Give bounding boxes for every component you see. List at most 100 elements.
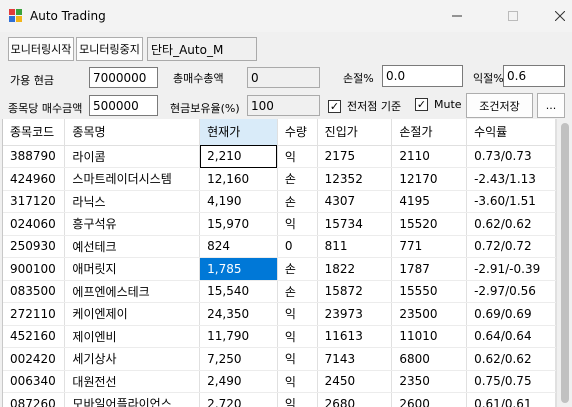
table-row[interactable]: 272110 케이엔제이 24,350 익 23973 23500 0.69/0.69 bbox=[3, 302, 556, 326]
cell-entry[interactable]: 2175 bbox=[317, 145, 393, 168]
cell-price[interactable]: 7,250 bbox=[199, 347, 278, 371]
cell-stoploss[interactable]: 15550 bbox=[391, 280, 468, 303]
prev-low-checkbox[interactable]: ✓ 전저점 기준 bbox=[328, 98, 401, 114]
cell-return[interactable]: 0.61/0.61 bbox=[466, 392, 556, 407]
cell-entry[interactable]: 15872 bbox=[317, 280, 393, 303]
cell-return[interactable]: -3.60/1.51 bbox=[466, 190, 556, 213]
column-header-stoploss[interactable]: 손절가 bbox=[391, 119, 468, 146]
table-row[interactable]: 006340 대원전선 2,490 익 2450 2350 0.75/0.75 bbox=[3, 370, 556, 393]
column-header-name[interactable]: 종목명 bbox=[64, 119, 201, 146]
cell-price[interactable]: 2,210 bbox=[199, 145, 278, 168]
cell-qty[interactable]: 손 bbox=[277, 257, 318, 281]
table-row[interactable]: 900100 애머릿지 1,785 손 1822 1787 -2.91/-0.39 bbox=[3, 257, 556, 281]
cell-code[interactable]: 250930 bbox=[3, 235, 66, 258]
cell-entry[interactable]: 15734 bbox=[317, 212, 393, 236]
table-row[interactable]: 452160 제이엔비 11,790 익 11613 11010 0.64/0.64 bbox=[3, 325, 556, 348]
cell-code[interactable]: 024060 bbox=[3, 212, 66, 236]
cell-name[interactable]: 애머릿지 bbox=[64, 257, 201, 281]
cell-return[interactable]: 0.75/0.75 bbox=[466, 370, 556, 393]
stop-monitoring-button[interactable]: 모니터링중지 bbox=[76, 37, 143, 61]
cell-code[interactable]: 083500 bbox=[3, 280, 66, 303]
cell-stoploss[interactable]: 15520 bbox=[391, 212, 468, 236]
takeprofit-input[interactable]: 0.6 bbox=[503, 65, 565, 87]
cell-name[interactable]: 세기상사 bbox=[64, 347, 201, 371]
cell-qty[interactable]: 익 bbox=[277, 370, 318, 393]
cell-price[interactable]: 2,490 bbox=[199, 370, 278, 393]
cell-name[interactable]: 케이엔제이 bbox=[64, 302, 201, 326]
stoploss-input[interactable]: 0.0 bbox=[382, 65, 463, 87]
cell-qty[interactable]: 손 bbox=[277, 280, 318, 303]
column-header-entry[interactable]: 진입가 bbox=[317, 119, 393, 146]
start-monitoring-button[interactable]: 모니터링시작 bbox=[8, 37, 74, 61]
cell-code[interactable]: 272110 bbox=[3, 302, 66, 326]
table-row[interactable]: 024060 흥구석유 15,970 익 15734 15520 0.62/0.62 bbox=[3, 212, 556, 236]
cell-name[interactable]: 대원전선 bbox=[64, 370, 201, 393]
column-header-return[interactable]: 수익률 bbox=[466, 119, 556, 146]
column-header-code[interactable]: 종목코드 bbox=[3, 119, 66, 146]
cell-stoploss[interactable]: 4195 bbox=[391, 190, 468, 213]
cell-return[interactable]: 0.62/0.62 bbox=[466, 347, 556, 371]
cell-stoploss[interactable]: 2350 bbox=[391, 370, 468, 393]
cell-entry[interactable]: 1822 bbox=[317, 257, 393, 281]
close-button[interactable] bbox=[537, 0, 572, 32]
cell-price[interactable]: 2,720 bbox=[199, 392, 278, 407]
cell-qty[interactable]: 손 bbox=[277, 190, 318, 213]
cell-code[interactable]: 317120 bbox=[3, 190, 66, 213]
cell-stoploss[interactable]: 6800 bbox=[391, 347, 468, 371]
cell-name[interactable]: 스마트레이더시스템 bbox=[64, 167, 201, 191]
cell-entry[interactable]: 12352 bbox=[317, 167, 393, 191]
title-bar[interactable]: Auto Trading bbox=[0, 0, 572, 32]
table-row[interactable]: 388790 라이콤 2,210 익 2175 2110 0.73/0.73 bbox=[3, 145, 556, 168]
cell-entry[interactable]: 7143 bbox=[317, 347, 393, 371]
cash-ratio-field[interactable]: 100 bbox=[247, 95, 320, 116]
cell-name[interactable]: 에프엔에스테크 bbox=[64, 280, 201, 303]
per-stock-amount-input[interactable]: 500000 bbox=[89, 95, 158, 116]
table-row[interactable]: 002420 세기상사 7,250 익 7143 6800 0.62/0.62 bbox=[3, 347, 556, 371]
cell-stoploss[interactable]: 12170 bbox=[391, 167, 468, 191]
cell-entry[interactable]: 23973 bbox=[317, 302, 393, 326]
scrollbar-thumb[interactable] bbox=[561, 123, 569, 403]
cell-entry[interactable]: 2450 bbox=[317, 370, 393, 393]
cell-price[interactable]: 24,350 bbox=[199, 302, 278, 326]
cell-name[interactable]: 예선테크 bbox=[64, 235, 201, 258]
cell-name[interactable]: 라닉스 bbox=[64, 190, 201, 213]
save-conditions-button[interactable]: 조건저장 bbox=[466, 93, 533, 118]
cell-qty[interactable]: 익 bbox=[277, 302, 318, 326]
cell-return[interactable]: 0.69/0.69 bbox=[466, 302, 556, 326]
cell-qty[interactable]: 익 bbox=[277, 392, 318, 407]
cell-entry[interactable]: 2680 bbox=[317, 392, 393, 407]
cash-input[interactable]: 7000000 bbox=[89, 67, 158, 88]
cell-qty[interactable]: 익 bbox=[277, 325, 318, 348]
cell-name[interactable]: 라이콤 bbox=[64, 145, 201, 168]
cell-entry[interactable]: 11613 bbox=[317, 325, 393, 348]
cell-return[interactable]: 0.73/0.73 bbox=[466, 145, 556, 168]
table-row[interactable]: 317120 라닉스 4,190 손 4307 4195 -3.60/1.51 bbox=[3, 190, 556, 213]
cell-qty[interactable]: 0 bbox=[277, 235, 318, 258]
cell-code[interactable]: 087260 bbox=[3, 392, 66, 407]
cell-name[interactable]: 모바일어플라이언스 bbox=[64, 392, 201, 407]
cell-return[interactable]: -2.43/1.13 bbox=[466, 167, 556, 191]
table-row[interactable]: 087260 모바일어플라이언스 2,720 익 2680 2600 0.61/0.61 bbox=[3, 392, 556, 407]
cell-name[interactable]: 흥구석유 bbox=[64, 212, 201, 236]
cell-price[interactable]: 4,190 bbox=[199, 190, 278, 213]
cell-return[interactable]: 0.72/0.72 bbox=[466, 235, 556, 258]
maximize-button[interactable] bbox=[490, 0, 536, 32]
cell-stoploss[interactable]: 23500 bbox=[391, 302, 468, 326]
table-row[interactable]: 250930 예선테크 824 0 811 771 0.72/0.72 bbox=[3, 235, 556, 258]
cell-stoploss[interactable]: 2110 bbox=[391, 145, 468, 168]
cell-return[interactable]: -2.97/0.56 bbox=[466, 280, 556, 303]
cell-qty[interactable]: 손 bbox=[277, 167, 318, 191]
minimize-button[interactable] bbox=[434, 0, 480, 32]
cell-stoploss[interactable]: 2600 bbox=[391, 392, 468, 407]
cell-code[interactable]: 006340 bbox=[3, 370, 66, 393]
cell-entry[interactable]: 4307 bbox=[317, 190, 393, 213]
cell-code[interactable]: 900100 bbox=[3, 257, 66, 281]
table-row[interactable]: 083500 에프엔에스테크 15,540 손 15872 15550 -2.97/0.56 bbox=[3, 280, 556, 303]
cell-stoploss[interactable]: 771 bbox=[391, 235, 468, 258]
cell-price-selected[interactable]: 1,785 bbox=[199, 257, 278, 281]
cell-stoploss[interactable]: 11010 bbox=[391, 325, 468, 348]
cell-price[interactable]: 824 bbox=[199, 235, 278, 258]
cell-qty[interactable]: 익 bbox=[277, 347, 318, 371]
cell-qty[interactable]: 익 bbox=[277, 145, 318, 168]
cell-price[interactable]: 15,540 bbox=[199, 280, 278, 303]
